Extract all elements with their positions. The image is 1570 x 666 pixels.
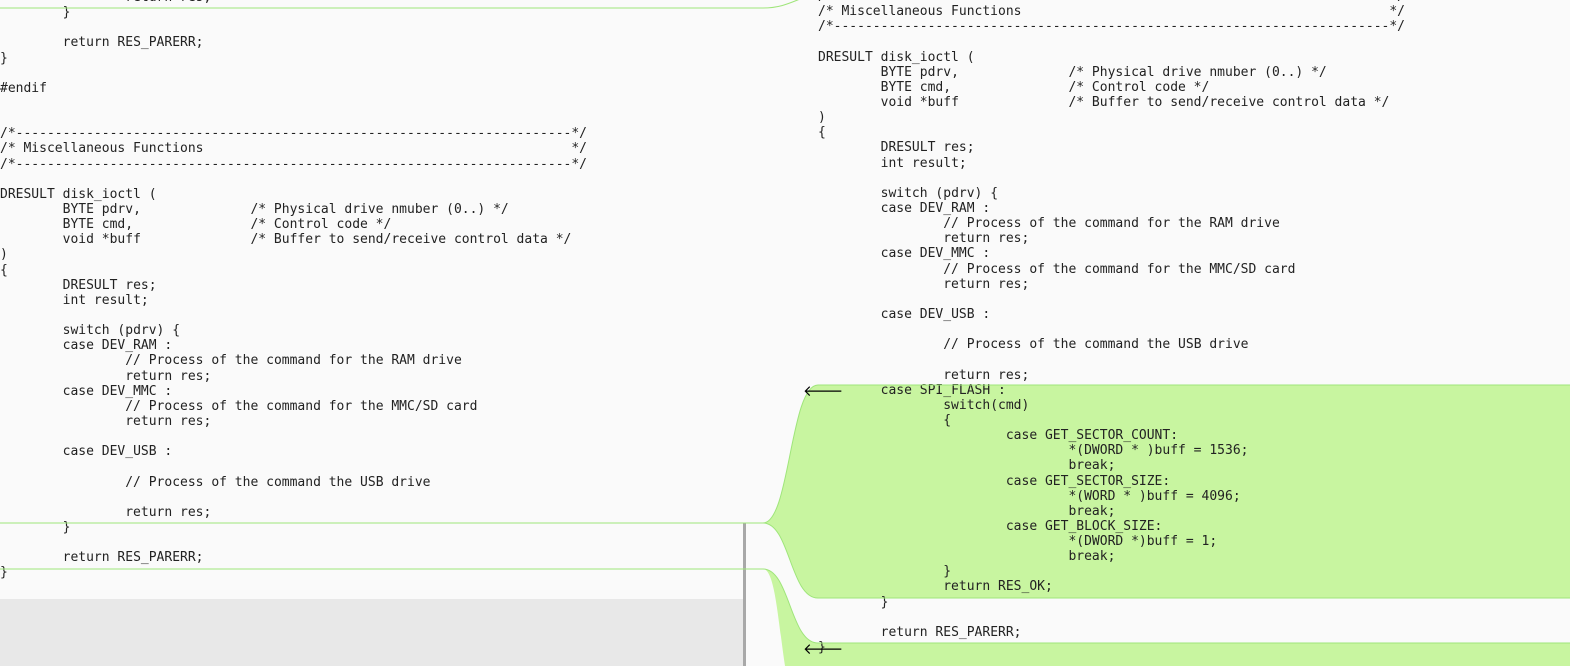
- diff-view: return res; } return RES_PARERR;} #endif…: [0, 0, 1570, 666]
- diff-connectors: [0, 0, 1570, 666]
- left-arrow-icon[interactable]: 🡐: [803, 384, 843, 399]
- left-arrow-icon[interactable]: 🡐: [803, 642, 843, 657]
- added-block-connector: [0, 385, 818, 598]
- added-line-connector: [0, 569, 818, 666]
